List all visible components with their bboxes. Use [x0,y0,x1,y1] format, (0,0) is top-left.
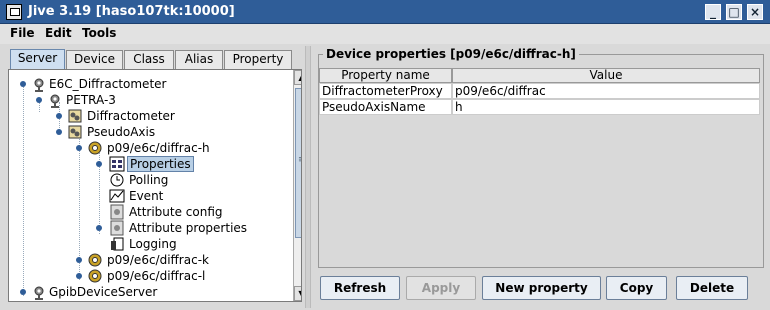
tree-item-polling[interactable]: Polling [9,172,289,188]
tree-item-logging[interactable]: Logging [9,236,289,252]
tree-item-event[interactable]: Event [9,188,289,204]
column-header-property-name[interactable]: Property name [319,68,452,83]
attribute-config-icon [110,204,124,220]
tree-expand-handle[interactable] [20,81,26,87]
split-pane-divider[interactable] [305,46,311,308]
server-icon [34,78,44,92]
tree-item-e6c-diffractometer[interactable]: E6C_Diffractometer [9,76,289,92]
refresh-button[interactable]: Refresh [320,276,400,300]
tree-expand-handle[interactable] [96,161,102,167]
jive-app-icon[interactable] [6,4,22,20]
cell-value[interactable]: p09/e6c/diffrac [452,83,760,99]
apply-button[interactable]: Apply [406,276,476,300]
class-icon [68,109,82,123]
scroll-down-button[interactable]: ▼ [294,286,301,301]
tree-expand-handle[interactable] [56,129,62,135]
tree-label: PseudoAxis [87,125,156,139]
server-icon [50,94,60,108]
tree-expand-handle[interactable] [76,145,82,151]
tab-class[interactable]: Class [124,50,174,69]
device-gear-icon [88,269,102,283]
tree-label: p09/e6c/diffrac-h [107,141,210,155]
server-icon [34,286,44,300]
menu-bar: File Edit Tools [0,24,770,44]
tree-label: Properties [127,156,194,172]
tree-item-gpibdeviceserver[interactable]: GpibDeviceServer [9,284,289,300]
menu-tools[interactable]: Tools [82,26,116,40]
tree-label: Logging [129,237,177,251]
menu-edit[interactable]: Edit [45,26,72,40]
device-properties-title: Device properties [p09/e6c/diffrac-h] [323,47,579,61]
tree-label: Attribute properties [129,221,248,235]
tree-expand-handle[interactable] [36,97,42,103]
tree-item-attribute-config[interactable]: Attribute config [9,204,289,220]
window-title: Jive 3.19 [haso107tk:10000] [28,4,235,19]
tab-alias[interactable]: Alias [175,50,223,69]
tree-label: p09/e6c/diffrac-k [107,253,209,267]
tree-item-diffrac-k[interactable]: p09/e6c/diffrac-k [9,252,289,268]
tree-label: Polling [129,173,169,187]
tree-label: PETRA-3 [66,93,116,107]
close-button[interactable]: × [747,4,763,20]
maximize-button[interactable]: □ [726,4,742,20]
tree-expand-handle[interactable] [76,273,82,279]
scroll-thumb[interactable]: ≡ [295,88,301,238]
scroll-up-button[interactable]: ▲ [294,70,301,85]
server-tree[interactable]: E6C_Diffractometer PETRA-3 Diffractomete… [8,69,302,302]
tree-item-diffrac-h[interactable]: p09/e6c/diffrac-h [9,140,289,156]
cell-value[interactable]: h [452,99,760,115]
tree-expand-handle[interactable] [20,289,26,295]
event-icon [109,189,125,203]
cell-property-name[interactable]: PseudoAxisName [319,99,452,115]
device-gear-icon [88,253,102,267]
tree-expand-handle[interactable] [56,113,62,119]
tree-expand-handle[interactable] [96,225,102,231]
tree-expand-handle[interactable] [76,257,82,263]
menu-file[interactable]: File [10,26,35,40]
tree-item-attribute-properties[interactable]: Attribute properties [9,220,289,236]
tree-item-pseudoaxis[interactable]: PseudoAxis [9,124,289,140]
attribute-properties-icon [110,220,124,236]
title-bar: Jive 3.19 [haso107tk:10000] _ □ × [0,0,770,24]
cell-property-name[interactable]: DiffractometerProxy [319,83,452,99]
tree-label: Attribute config [129,205,223,219]
tree-label: E6C_Diffractometer [49,77,167,91]
tree-item-petra-3[interactable]: PETRA-3 [9,92,289,108]
tree-label: Event [129,189,164,203]
tree-scrollbar[interactable]: ▲ ≡ ▼ [293,70,301,301]
delete-button[interactable]: Delete [676,276,748,300]
grip-icon: ≡ [298,156,301,165]
column-header-value[interactable]: Value [452,68,760,83]
polling-clock-icon [110,173,124,187]
tree-label: GpibDeviceServer [49,285,158,299]
tab-property[interactable]: Property [224,50,292,69]
tab-device[interactable]: Device [66,50,123,69]
tree-item-properties[interactable]: Properties [9,156,289,172]
logging-icon [111,237,124,251]
minimize-button[interactable]: _ [705,4,721,20]
class-icon [68,125,82,139]
new-property-button[interactable]: New property [482,276,601,300]
tree-item-diffractometer[interactable]: Diffractometer [9,108,289,124]
tree-label: Diffractometer [87,109,175,123]
device-gear-icon [88,141,102,155]
properties-icon [109,156,125,172]
tree-label: p09/e6c/diffrac-l [107,269,206,283]
table-empty-area [319,112,760,266]
tree-item-diffrac-l[interactable]: p09/e6c/diffrac-l [9,268,289,284]
copy-button[interactable]: Copy [606,276,667,300]
tab-server[interactable]: Server [10,49,65,69]
